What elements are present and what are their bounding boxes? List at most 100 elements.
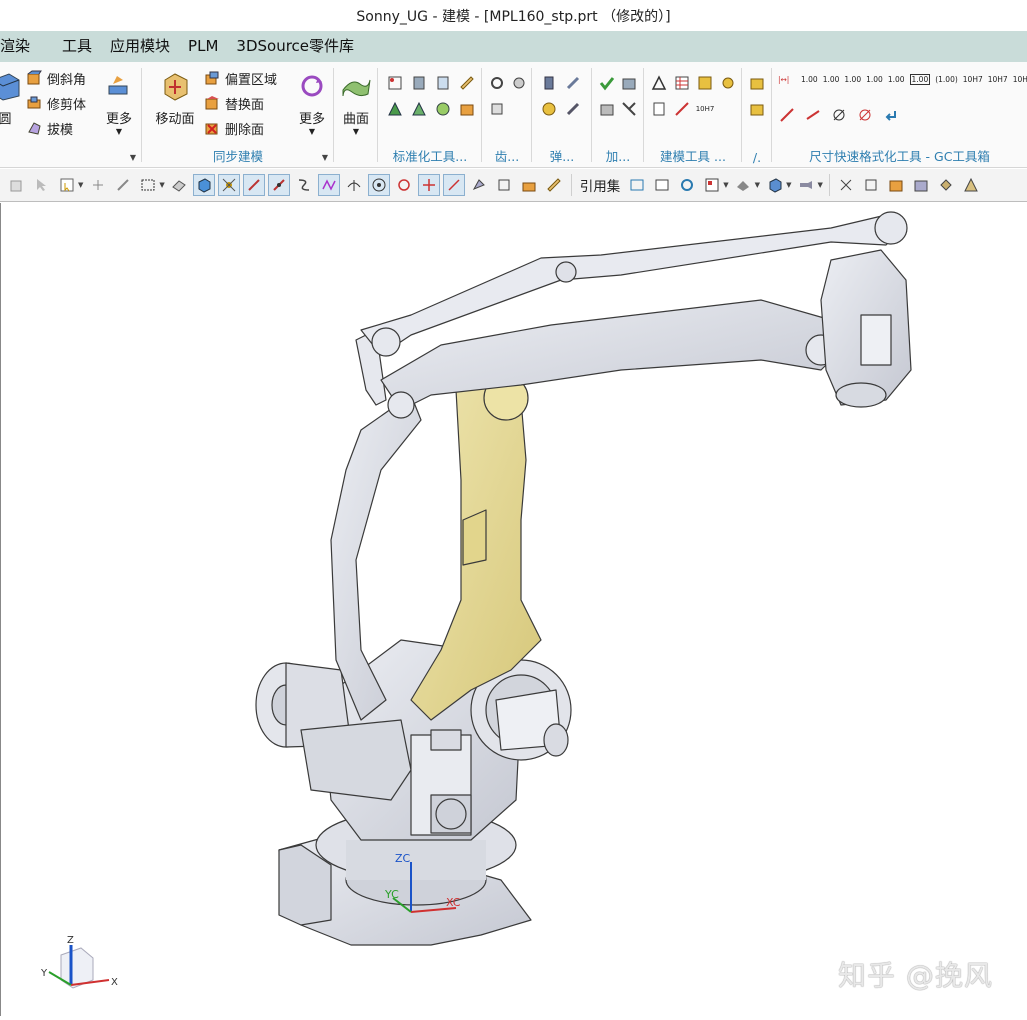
tool-icon[interactable]	[410, 74, 428, 92]
chevron-down-icon[interactable]: ▼	[159, 181, 164, 189]
check-icon[interactable]	[598, 74, 616, 92]
reference-set-label[interactable]: 引用集	[576, 175, 625, 195]
tool-icon[interactable]	[386, 74, 404, 92]
dimension-icon[interactable]: |↔|	[778, 75, 796, 84]
csys-icon[interactable]	[835, 174, 857, 196]
dim-format-button[interactable]: 10H7	[963, 75, 983, 84]
camera-icon[interactable]	[795, 174, 817, 196]
layout-icon[interactable]	[701, 174, 723, 196]
curve-snap-icon[interactable]	[293, 174, 315, 196]
point-on-face-icon[interactable]	[443, 174, 466, 196]
view-icon[interactable]	[651, 174, 673, 196]
dim-format-button[interactable]: 1.00	[866, 75, 883, 84]
chevron-down-icon[interactable]: ▼	[786, 181, 791, 189]
midpoint-snap-icon[interactable]	[268, 174, 291, 196]
tool-icon[interactable]	[696, 74, 714, 92]
tool-icon[interactable]	[458, 100, 476, 118]
dim-format-button[interactable]: (1.00)	[935, 75, 958, 84]
draft-button[interactable]: 拔模	[26, 117, 73, 139]
render-style-icon[interactable]	[732, 174, 754, 196]
body-select-icon[interactable]	[193, 174, 216, 196]
snap-icon[interactable]	[87, 174, 109, 196]
diameter-icon[interactable]	[856, 106, 874, 124]
shaded-view-icon[interactable]	[764, 174, 786, 196]
tool-icon[interactable]	[386, 100, 404, 118]
spring-icon[interactable]	[540, 74, 558, 92]
chevron-down-icon[interactable]: ▼	[723, 181, 728, 189]
tool-icon[interactable]	[598, 100, 616, 118]
menu-plm[interactable]: PLM	[179, 31, 227, 62]
tool-icon[interactable]	[910, 174, 932, 196]
tool-icon[interactable]	[458, 74, 476, 92]
menu-tools[interactable]: 工具	[53, 31, 101, 62]
replace-face-button[interactable]: 替换面	[204, 92, 264, 114]
face-select-icon[interactable]	[168, 174, 190, 196]
note-icon[interactable]	[650, 100, 668, 118]
tool-icon[interactable]	[748, 100, 766, 118]
triangle-icon[interactable]	[650, 74, 668, 92]
tool-icon[interactable]	[673, 100, 691, 118]
menu-render[interactable]: 渲染	[0, 31, 39, 62]
chamfer-button[interactable]: 倒斜角	[26, 67, 86, 89]
chevron-down-icon[interactable]: ▼	[755, 181, 760, 189]
tool-icon[interactable]	[620, 74, 638, 92]
cursor-icon[interactable]	[31, 174, 53, 196]
dim-format-button[interactable]: 10H7	[1013, 75, 1027, 84]
center-snap-icon[interactable]	[368, 174, 391, 196]
tool-icon[interactable]	[885, 174, 907, 196]
menu-application[interactable]: 应用模块	[101, 31, 179, 62]
tool-icon[interactable]	[434, 74, 452, 92]
delete-face-button[interactable]: 删除面	[204, 117, 264, 139]
quadrant-snap-icon[interactable]	[393, 174, 415, 196]
select-icon[interactable]	[56, 174, 78, 196]
tool-icon[interactable]	[468, 174, 490, 196]
table-icon[interactable]	[673, 74, 691, 92]
tool-icon[interactable]	[748, 74, 766, 92]
chevron-down-icon[interactable]: ▼	[817, 181, 822, 189]
diameter-icon[interactable]	[830, 106, 848, 124]
gear-icon[interactable]	[488, 74, 506, 92]
fit-icon[interactable]: 10H7	[696, 100, 715, 118]
dim-format-button[interactable]: 1.00	[888, 75, 905, 84]
dim-format-button[interactable]: 1.00	[844, 75, 861, 84]
select-filter-icon[interactable]	[6, 174, 28, 196]
tool-icon[interactable]	[410, 100, 428, 118]
tool-icon[interactable]	[620, 100, 638, 118]
view-triad[interactable]	[48, 945, 110, 989]
spring-icon[interactable]	[564, 74, 582, 92]
menu-3dsource[interactable]: 3DSource零件库	[227, 31, 363, 62]
gear-icon[interactable]	[488, 100, 506, 118]
offset-region-button[interactable]: 偏置区域	[204, 67, 277, 89]
snap-icon[interactable]	[112, 174, 134, 196]
edge-more-button[interactable]: 更多 ▼	[92, 68, 146, 136]
view-icon[interactable]	[626, 174, 648, 196]
dim-format-button[interactable]: 1.00	[823, 75, 840, 84]
group-dropdown-icon[interactable]: ▼	[322, 153, 328, 162]
dimension-icon[interactable]	[804, 106, 822, 124]
tool-icon[interactable]	[860, 174, 882, 196]
point-snap-icon[interactable]	[218, 174, 241, 196]
tool-icon[interactable]	[518, 174, 540, 196]
dim-format-button[interactable]: 1.00	[801, 75, 818, 84]
tool-icon[interactable]	[493, 174, 515, 196]
gear-icon[interactable]	[510, 74, 528, 92]
dim-format-button[interactable]: 1.00	[909, 74, 931, 85]
trim-body-button[interactable]: 修剪体	[26, 92, 86, 114]
point-on-curve-icon[interactable]	[418, 174, 441, 196]
chevron-down-icon[interactable]: ▼	[78, 181, 83, 189]
group-dropdown-icon[interactable]: ▼	[130, 153, 136, 162]
intersection-icon[interactable]	[343, 174, 365, 196]
spring-icon[interactable]	[564, 100, 582, 118]
box-select-icon[interactable]	[137, 174, 159, 196]
dimension-icon[interactable]	[778, 106, 796, 124]
surface-button[interactable]: 曲面 ▼	[329, 68, 383, 136]
spring-icon[interactable]	[540, 100, 558, 118]
endpoint-snap-icon[interactable]	[243, 174, 266, 196]
tool-icon[interactable]	[935, 174, 957, 196]
tool-icon[interactable]	[960, 174, 982, 196]
undo-icon[interactable]	[882, 106, 900, 124]
tool-icon[interactable]	[434, 100, 452, 118]
dim-format-button[interactable]: 10H7	[988, 75, 1008, 84]
tool-icon[interactable]	[719, 74, 737, 92]
rotate-icon[interactable]	[676, 174, 698, 196]
